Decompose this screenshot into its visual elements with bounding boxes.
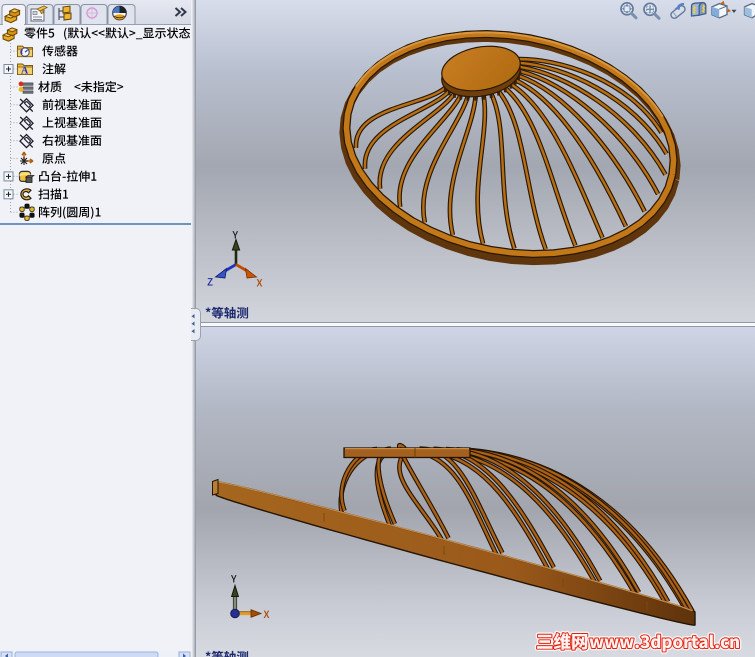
svg-text:A: A [21,66,29,77]
